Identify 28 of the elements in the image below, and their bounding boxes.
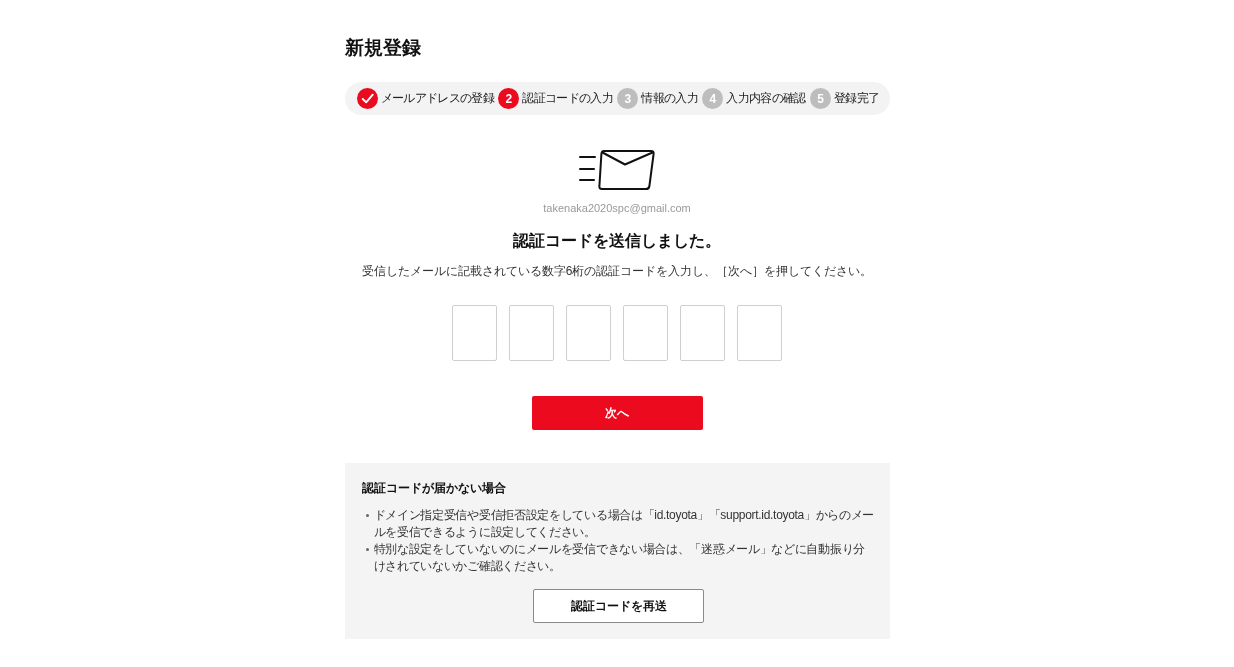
help-text: 特別な設定をしていないのにメールを受信できない場合は、「迷惑メール」などに自動振り分けされていないかご確認ください。 <box>373 541 866 575</box>
code-digit-field[interactable] <box>566 305 611 361</box>
check-icon <box>356 88 378 109</box>
step-label: 登録完了 <box>834 91 880 106</box>
bullet-icon <box>365 514 369 517</box>
step-label: メールアドレスの登録 <box>380 91 494 106</box>
code-digit-field[interactable] <box>737 305 782 361</box>
step-number: 5 <box>810 88 832 109</box>
confirmation-heading: 認証コードを送信しました。 <box>513 231 721 251</box>
instruction-text: 受信したメールに記載されている数字6桁の認証コードを入力し、［次へ］を押してください。 <box>361 263 873 280</box>
help-title: 認証コードが届かない場合 <box>361 480 506 497</box>
help-text: ドメイン指定受信や受信拒否設定をしている場合は「id.toyota」「support.id.toyota」からのメールを受信できるように設定してください。 <box>373 507 876 541</box>
step-number: 4 <box>702 88 724 109</box>
resend-code-button[interactable]: 認証コードを再送 <box>533 589 704 623</box>
step-number: 3 <box>617 88 639 109</box>
step-number: 2 <box>498 88 520 109</box>
code-digit-field[interactable] <box>623 305 668 361</box>
step-label: 入力内容の確認 <box>726 91 806 106</box>
code-digit-field[interactable] <box>680 305 725 361</box>
code-digit-field[interactable] <box>452 305 497 361</box>
bullet-icon <box>365 548 369 551</box>
email-address: takenaka2020spc@gmail.com <box>543 201 691 216</box>
step-label: 情報の入力 <box>641 91 699 106</box>
next-button[interactable]: 次へ <box>531 396 703 430</box>
code-digit-field[interactable] <box>509 305 554 361</box>
envelope-icon <box>579 148 655 191</box>
page-title: 新規登録 <box>344 36 421 60</box>
step-label: 認証コードの入力 <box>522 91 614 106</box>
